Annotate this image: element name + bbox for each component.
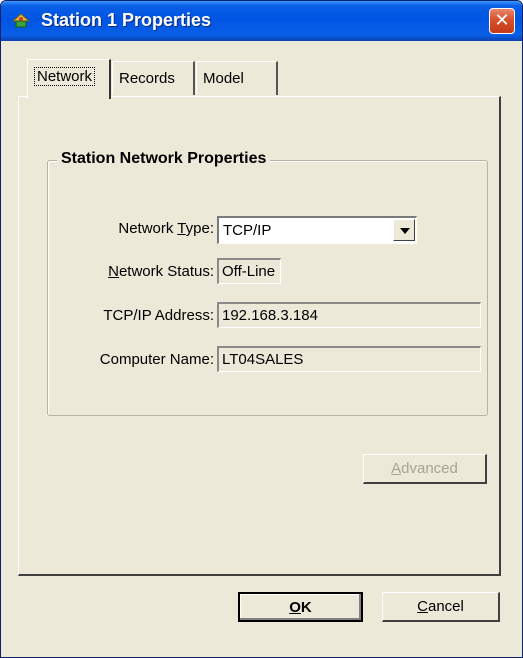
cancel-label-post: ancel (427, 598, 464, 615)
advanced-button[interactable]: Advanced (363, 454, 487, 484)
network-type-select[interactable]: TCP/IP (217, 216, 417, 244)
title-bar[interactable]: Station 1 Properties ✕ (1, 1, 522, 41)
tcpip-address-value: 192.168.3.184 (222, 307, 318, 324)
tab-records-label: Records (119, 70, 175, 87)
properties-dialog: Station 1 Properties ✕ Network Records M… (0, 0, 523, 658)
network-type-label: Network Type: (14, 220, 214, 237)
tab-network-label: Network (34, 67, 96, 86)
tcpip-address-label: TCP/IP Address: (103, 307, 214, 324)
cancel-button[interactable]: Cancel (382, 592, 500, 622)
computer-name-value: LT04SALES (222, 351, 304, 368)
network-status-field: Off-Line (217, 258, 281, 284)
network-status-label-post: etwork Status: (118, 263, 214, 280)
advanced-label-post: dvanced (401, 460, 458, 477)
network-type-label-post: ype: (185, 220, 214, 237)
close-icon: ✕ (494, 10, 510, 31)
tab-network[interactable]: Network (27, 59, 111, 99)
station-network-groupbox (47, 160, 488, 416)
close-button[interactable]: ✕ (489, 8, 515, 34)
advanced-label-key: A (391, 460, 402, 477)
network-type-label-key: T (177, 220, 186, 237)
tab-records[interactable]: Records (112, 61, 195, 95)
dropdown-arrow-icon[interactable] (393, 219, 415, 241)
tab-model[interactable]: Model (196, 61, 278, 95)
computer-name-field: LT04SALES (217, 346, 481, 372)
tab-model-label: Model (203, 70, 244, 87)
network-type-value: TCP/IP (223, 222, 272, 239)
network-type-label-pre: Network (118, 220, 178, 237)
groupbox-title: Station Network Properties (57, 150, 271, 168)
ok-label-post: K (300, 599, 312, 616)
ok-label-key: O (289, 599, 301, 616)
cancel-label-key: C (417, 598, 428, 615)
tcpip-address-field: 192.168.3.184 (217, 302, 481, 328)
network-station-icon (11, 13, 31, 28)
network-status-value: Off-Line (222, 263, 276, 280)
computer-name-label: Computer Name: (99, 351, 214, 368)
network-status-label-key: N (108, 263, 119, 280)
ok-button[interactable]: OK (238, 592, 363, 622)
network-status-label: Network Status: (14, 263, 214, 280)
window-title: Station 1 Properties (41, 10, 212, 30)
